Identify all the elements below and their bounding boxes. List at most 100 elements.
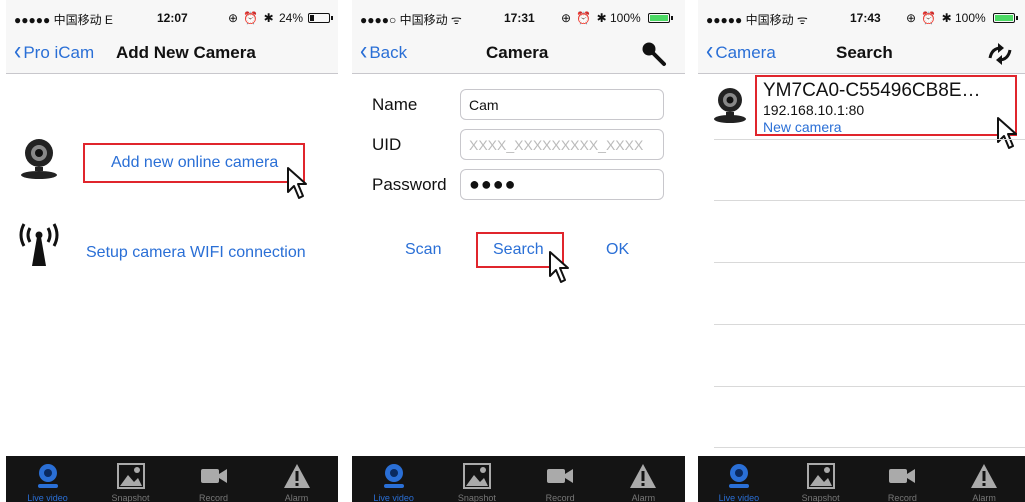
live-video-icon: [728, 464, 749, 488]
page-title: Add New Camera: [116, 43, 256, 62]
tab-label: Live video: [27, 493, 68, 502]
back-label: Camera: [715, 43, 776, 62]
battery-icon: [993, 13, 1018, 23]
alarm-icon: [283, 464, 310, 488]
ok-button[interactable]: OK: [606, 241, 629, 259]
hand-cursor-icon: [997, 117, 1017, 149]
back-button[interactable]: ‹ Camera: [706, 35, 776, 66]
tab-label: Alarm: [972, 493, 996, 502]
page-title: Search: [836, 43, 893, 62]
password-field[interactable]: ●●●●: [460, 169, 664, 200]
tab-label: Snapshot: [111, 493, 150, 502]
record-icon: [889, 469, 916, 483]
battery-percent: 24%: [279, 11, 304, 25]
carrier-label: ●●●●● 中国移动 E: [14, 13, 113, 27]
record-icon: [547, 469, 574, 483]
live-video-icon: [37, 464, 58, 488]
highlight-box: [83, 143, 305, 183]
row-separator: [714, 139, 1025, 140]
back-label: Pro iCam: [23, 43, 95, 62]
row-separator: [714, 262, 1025, 263]
tab-alarm[interactable]: Alarm: [255, 456, 338, 502]
live-video-icon: [383, 464, 404, 488]
nav-bar: ‹ Camera Search: [698, 34, 1025, 74]
tab-label: Live video: [373, 493, 414, 502]
back-button[interactable]: ‹ Pro iCam: [14, 35, 95, 66]
row-separator: [714, 386, 1025, 387]
status-bar: ●●●●● 中国移动 E 12:07 ⊕ ⏰ ✱ 24%: [6, 0, 338, 34]
status-bar: ●●●●○ 中国移动 ᯤ 17:31 ⊕ ⏰ ✱ 100%: [352, 0, 685, 34]
alarm-icon: [971, 464, 998, 488]
snapshot-icon: [806, 463, 835, 489]
wifi-antenna-icon: [19, 223, 59, 266]
status-icons: ⊕ ⏰ ✱: [561, 11, 608, 25]
clock: 17:31: [504, 11, 535, 25]
screen-search: ●●●●● 中国移动 ᯤ 17:43 ⊕ ⏰ ✱ 100% ‹ Camera Se…: [698, 0, 1025, 502]
tab-label: Record: [198, 493, 228, 502]
tab-record[interactable]: Record: [519, 456, 602, 502]
screen-add-new-camera: ●●●●● 中国移动 E 12:07 ⊕ ⏰ ✱ 24% ‹ Pro iCam A…: [6, 0, 338, 502]
screen-camera: ●●●●○ 中国移动 ᯤ 17:31 ⊕ ⏰ ✱ 100% ‹ Back Came…: [352, 0, 685, 502]
tab-label: Alarm: [284, 493, 309, 502]
tab-label: Record: [887, 493, 917, 502]
password-label: Password: [372, 175, 447, 194]
refresh-icon[interactable]: [986, 42, 1014, 66]
tab-bar: Live video Snapshot Record Alarm: [6, 456, 338, 502]
status-icons: ⊕ ⏰ ✱: [906, 11, 953, 25]
search-icon[interactable]: [640, 40, 668, 68]
tab-snapshot[interactable]: Snapshot: [89, 456, 172, 502]
tab-label: Snapshot: [457, 493, 496, 502]
tab-record[interactable]: Record: [172, 456, 255, 502]
status-bar: ●●●●● 中国移动 ᯤ 17:43 ⊕ ⏰ ✱ 100%: [698, 0, 1025, 34]
uid-label: UID: [372, 135, 402, 154]
battery-icon: [648, 13, 673, 23]
tab-snapshot[interactable]: Snapshot: [780, 456, 862, 502]
chevron-left-icon: ‹: [360, 35, 368, 66]
battery-percent: 100%: [610, 11, 641, 25]
tab-live-video[interactable]: Live video: [698, 456, 780, 502]
name-field[interactable]: [460, 89, 664, 120]
tab-label: Alarm: [631, 493, 656, 502]
back-button[interactable]: ‹ Back: [360, 35, 407, 66]
webcam-icon: [21, 139, 57, 179]
tab-alarm[interactable]: Alarm: [602, 456, 685, 502]
tab-label: Snapshot: [801, 493, 840, 502]
chevron-left-icon: ‹: [14, 35, 22, 66]
battery-fill: [310, 15, 314, 21]
clock: 17:43: [850, 11, 881, 25]
tab-live-video[interactable]: Live video: [352, 456, 435, 502]
highlight-box: [755, 75, 1017, 136]
tab-snapshot[interactable]: Snapshot: [435, 456, 518, 502]
carrier-label: ●●●●○ 中国移动 ᯤ: [360, 13, 462, 27]
tab-live-video[interactable]: Live video: [6, 456, 89, 502]
record-icon: [200, 469, 227, 483]
alarm-icon: [630, 464, 657, 488]
tab-label: Record: [545, 493, 575, 502]
battery-fill: [650, 15, 668, 21]
battery-fill: [995, 15, 1013, 21]
battery-icon: [308, 13, 333, 23]
clock: 12:07: [157, 11, 188, 25]
page-title: Camera: [486, 43, 549, 62]
status-icons: ⊕ ⏰ ✱: [228, 11, 275, 25]
setup-wifi-link[interactable]: Setup camera WIFI connection: [86, 244, 306, 262]
hand-cursor-icon: [287, 167, 307, 199]
webcam-icon: [714, 88, 746, 123]
scan-button[interactable]: Scan: [405, 241, 441, 259]
nav-bar: ‹ Pro iCam Add New Camera: [6, 34, 338, 74]
row-separator: [714, 324, 1025, 325]
carrier-label: ●●●●● 中国移动 ᯤ: [706, 13, 808, 27]
tab-bar: Live video Snapshot Record Alarm: [698, 456, 1025, 502]
chevron-left-icon: ‹: [706, 35, 714, 66]
battery-percent: 100%: [955, 11, 986, 25]
snapshot-icon: [462, 463, 491, 489]
uid-field[interactable]: [460, 129, 664, 160]
name-label: Name: [372, 95, 418, 114]
hand-cursor-icon: [549, 251, 569, 283]
tab-record[interactable]: Record: [862, 456, 944, 502]
row-separator: [714, 200, 1025, 201]
nav-bar: ‹ Back Camera: [352, 34, 685, 74]
tab-alarm[interactable]: Alarm: [943, 456, 1025, 502]
snapshot-icon: [116, 463, 145, 489]
row-separator: [714, 447, 1025, 448]
